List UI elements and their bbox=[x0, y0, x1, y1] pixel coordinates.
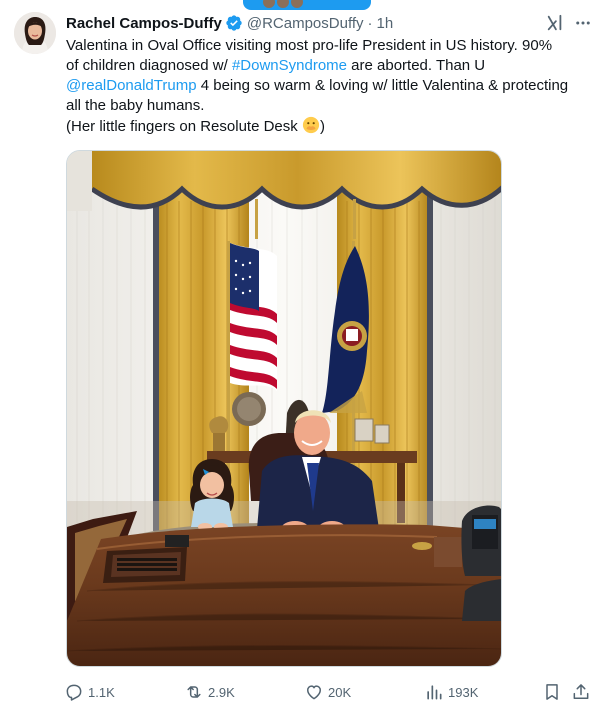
tweet-text-line: all the baby humans. bbox=[66, 96, 596, 116]
tweet-text-segment: of children diagnosed w/ bbox=[66, 57, 232, 74]
tweet-text-segment: are aborted. Than U bbox=[347, 57, 486, 74]
views-button[interactable]: 193K bbox=[424, 681, 478, 703]
hand-over-mouth-emoji bbox=[302, 116, 320, 134]
views-icon bbox=[427, 685, 442, 700]
like-button[interactable]: 20K bbox=[304, 681, 351, 703]
mention-link[interactable]: @realDonaldTrump bbox=[66, 77, 197, 94]
display-name[interactable]: Rachel Campos-Duffy bbox=[66, 15, 222, 32]
more-icon[interactable] bbox=[573, 13, 593, 33]
grok-icon[interactable] bbox=[545, 13, 565, 33]
bookmark-icon bbox=[546, 684, 558, 700]
tweet-text-line: (Her little fingers on Resolute Desk ) bbox=[66, 116, 596, 137]
bookmark-button[interactable] bbox=[542, 681, 566, 703]
tweet-text-segment: 4 being so warm & loving w/ little Valen… bbox=[196, 77, 569, 94]
like-icon bbox=[307, 685, 321, 700]
share-button[interactable] bbox=[571, 681, 595, 703]
header-separator: · bbox=[367, 14, 373, 32]
views-count: 193K bbox=[448, 684, 479, 700]
tweet-text-segment: ) bbox=[319, 118, 325, 135]
verified-badge-icon[interactable] bbox=[225, 14, 243, 32]
tweet-text-segment: (Her little fingers on Resolute Desk bbox=[66, 118, 302, 135]
avatar[interactable] bbox=[14, 12, 56, 54]
tweet-text: Valentina in Oval Office visiting most p… bbox=[66, 36, 596, 137]
pill-avatar-3 bbox=[289, 0, 305, 10]
reply-button[interactable]: 1.1K bbox=[64, 681, 115, 703]
tweet-text-line: of children diagnosed w/ #DownSyndrome a… bbox=[66, 56, 596, 76]
timestamp[interactable]: 1h bbox=[377, 15, 394, 32]
new-posts-pill[interactable] bbox=[243, 0, 371, 10]
tweet-text-segment: Valentina in Oval Office visiting most p… bbox=[66, 37, 553, 54]
hashtag-link[interactable]: #DownSyndrome bbox=[232, 57, 347, 74]
retweet-button[interactable]: 2.9K bbox=[184, 681, 235, 703]
tweet-text-line: Valentina in Oval Office visiting most p… bbox=[66, 36, 596, 56]
reply-icon bbox=[66, 684, 82, 701]
share-icon bbox=[573, 684, 589, 699]
like-count: 20K bbox=[328, 684, 352, 700]
user-handle[interactable]: @RCamposDuffy bbox=[247, 15, 364, 32]
retweet-count: 2.9K bbox=[208, 684, 235, 700]
reply-count: 1.1K bbox=[88, 684, 115, 700]
tweet-text-segment: all the baby humans. bbox=[66, 97, 205, 114]
tweet-actions: 1.1K 2.9K 20K 193K bbox=[64, 681, 594, 703]
tweet-photo[interactable] bbox=[66, 150, 502, 667]
tweet-header: Rachel Campos-Duffy @RCamposDuffy · 1h bbox=[66, 12, 393, 34]
retweet-icon bbox=[187, 686, 201, 698]
tweet-text-line: @realDonaldTrump 4 being so warm & lovin… bbox=[66, 76, 596, 96]
